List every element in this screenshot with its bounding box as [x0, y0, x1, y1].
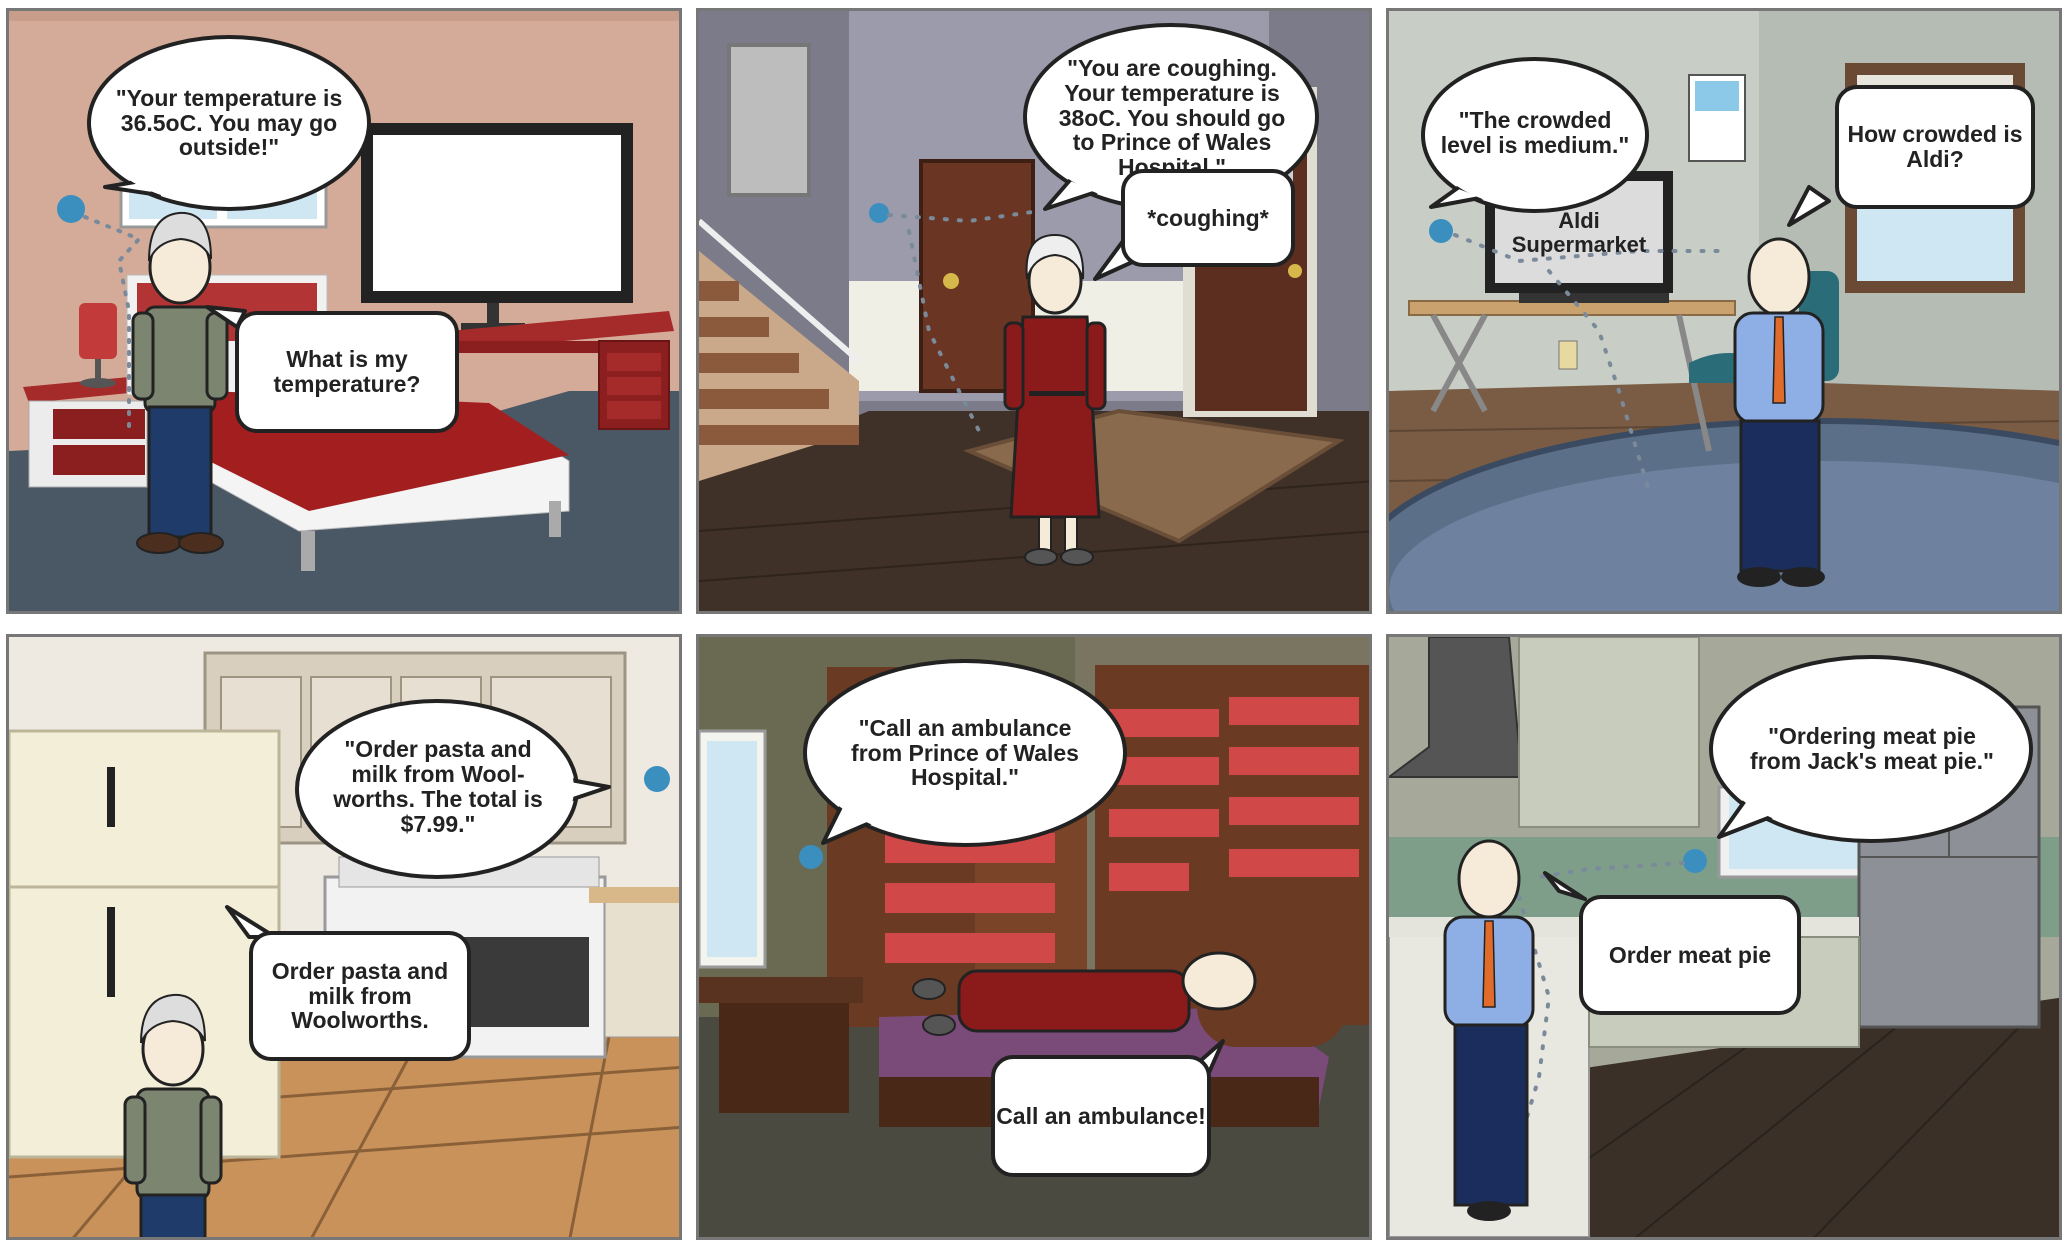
device-speech-bubble: "The crowded level is medium."	[1440, 107, 1630, 158]
person-speech-bubble: What is my temperature?	[235, 311, 459, 433]
smart-device-icon	[799, 845, 823, 869]
panel-1-bedroom: "Your temperature is 36.5oC. You may go …	[6, 8, 682, 614]
smart-device-icon	[1683, 849, 1707, 873]
person-speech-bubble: *coughing*	[1121, 169, 1295, 267]
device-speech-bubble: "Your temperature is 36.5oC. You may go …	[115, 84, 343, 161]
comic-page: "Your temperature is 36.5oC. You may go …	[0, 0, 2068, 1248]
person-speech-bubble: How crowded is Aldi?	[1835, 85, 2035, 209]
smart-device-icon	[1429, 219, 1453, 243]
person-speech-bubble: Order meat pie	[1579, 895, 1801, 1015]
panel-5-library: "Call an ambulance from Prince of Wales …	[696, 634, 1372, 1240]
smart-device-icon	[869, 203, 889, 223]
device-speech-bubble: "Call an ambulance from Prince of Wales …	[851, 714, 1079, 791]
monitor-screen-text: Aldi Supermarket	[1511, 208, 1647, 257]
device-speech-bubble: "Order pasta and milk from Wool-worths. …	[333, 736, 543, 837]
panel-6-modern-kitchen: "Ordering meat pie from Jack's meat pie.…	[1386, 634, 2062, 1240]
panel-2-hallway: "You are coughing. Your temperature is 3…	[696, 8, 1372, 614]
panel-4-kitchen: "Order pasta and milk from Wool-worths. …	[6, 634, 682, 1240]
person-speech-bubble: Order pasta and milk from Woolworths.	[249, 931, 471, 1061]
smart-device-icon	[57, 195, 85, 223]
smart-device-icon	[644, 766, 670, 792]
person-speech-bubble: Call an ambulance!	[991, 1055, 1211, 1177]
device-speech-bubble: "Ordering meat pie from Jack's meat pie.…	[1750, 723, 1994, 774]
panel-3-office: "The crowded level is medium." Aldi Supe…	[1386, 8, 2062, 614]
